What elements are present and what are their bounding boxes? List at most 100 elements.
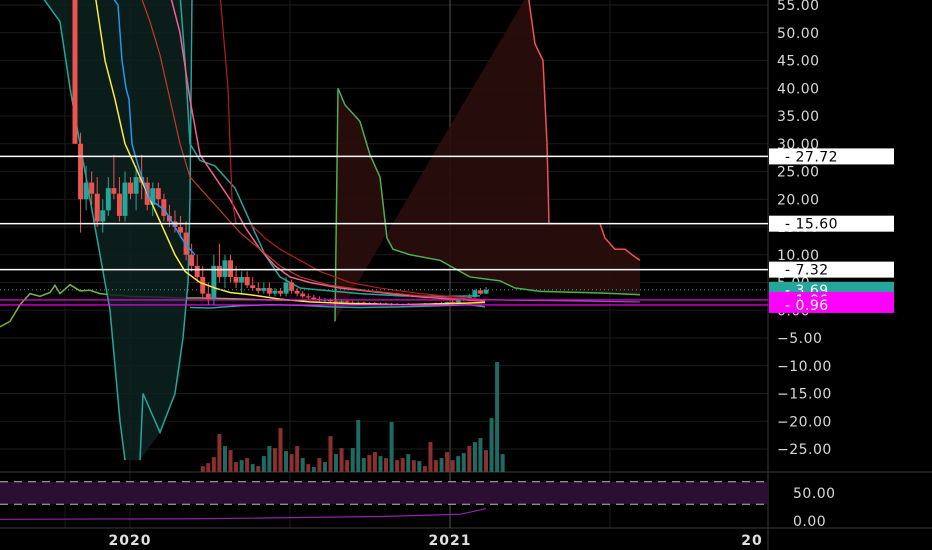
volume-bar [272, 448, 277, 473]
price-tick-label: 40.00 [777, 81, 820, 97]
candle-body [477, 290, 483, 294]
candle-body [105, 188, 111, 211]
volume-bar [217, 434, 222, 473]
volume-bar [400, 458, 405, 473]
volume-bar [378, 456, 383, 473]
volume-bar [472, 442, 477, 473]
volume-bar [389, 422, 394, 473]
volume-bar [334, 454, 339, 473]
volume-bar [367, 455, 372, 473]
volume-bar [234, 462, 239, 473]
price-badge-label: - 15.60 [785, 217, 838, 233]
candle-body [289, 282, 295, 291]
volume-bar [200, 466, 205, 473]
osc-tick-label: 0.00 [793, 514, 826, 530]
price-tick-label: −25.00 [777, 442, 832, 458]
volume-bar [239, 460, 244, 473]
candle-body [83, 182, 89, 200]
price-tick-label: −10.00 [777, 359, 832, 375]
volume-bar [489, 418, 494, 473]
candle-body [261, 288, 267, 291]
candle-body [194, 265, 200, 277]
candle-body [111, 188, 117, 194]
volume-bar [445, 452, 450, 473]
price-tick-label: −5.00 [777, 331, 822, 347]
time-tick-label: 20 [741, 533, 762, 549]
volume-bar [295, 446, 300, 473]
volume-bar [495, 362, 500, 473]
price-tick-label: 20.00 [777, 192, 820, 208]
candle-body [116, 193, 122, 216]
volume-bar [434, 460, 439, 473]
volume-bar [306, 464, 311, 473]
volume-bar [322, 462, 327, 473]
volume-bar [350, 448, 355, 473]
candle-body [133, 177, 139, 194]
candle-body [472, 290, 478, 297]
price-tick-label: 50.00 [777, 26, 820, 42]
volume-bar [317, 458, 322, 473]
price-tick-label: 45.00 [777, 54, 820, 70]
candle-body [222, 260, 228, 277]
candle-body [205, 293, 211, 300]
candle-body [89, 182, 95, 194]
volume-bar [395, 460, 400, 473]
candle-body [266, 288, 272, 294]
price-tick-label: −20.00 [777, 414, 832, 430]
candle-body [300, 293, 306, 297]
volume-bar [261, 456, 266, 473]
price-chart[interactable]: 55.0050.0045.0040.0035.0030.0025.0020.00… [0, 0, 932, 550]
volume-bar [278, 428, 283, 473]
volume-bar [461, 453, 466, 473]
candle-body [78, 143, 84, 200]
volume-bar [345, 460, 350, 473]
volume-bar [250, 464, 255, 473]
candle-body [483, 289, 489, 294]
band-fill [44, 0, 190, 461]
candle-body [211, 265, 217, 300]
volume-bar [417, 461, 422, 473]
oscillator-pane [0, 481, 768, 520]
volume-bar [211, 457, 216, 473]
candle-body [100, 210, 106, 222]
price-badge-label: - 27.72 [785, 149, 838, 165]
candle-body [239, 276, 245, 283]
time-tick-label: 2021 [429, 533, 472, 549]
candle-body [122, 182, 128, 216]
volume-bar [384, 458, 389, 473]
volume-bar [406, 454, 411, 473]
price-tick-label: 10.00 [777, 248, 820, 264]
candle-body [128, 182, 134, 194]
volume-bar [300, 458, 305, 473]
candle-body [272, 290, 278, 294]
candle-body [200, 276, 206, 294]
volume-bar [222, 446, 227, 473]
volume-bar [245, 458, 250, 473]
osc-tick-label: 50.00 [793, 486, 836, 502]
volume-bar [256, 466, 261, 473]
osc-line [0, 508, 487, 520]
candle-body [155, 188, 161, 200]
time-tick-label: 2020 [109, 533, 152, 549]
volume-bar [439, 458, 444, 473]
candle-body [294, 290, 300, 294]
volume-bar [328, 436, 333, 473]
volume-bar [456, 456, 461, 473]
candle-body [250, 285, 256, 289]
volume-bar [450, 460, 455, 473]
candle-body [94, 193, 100, 222]
volume-bar [206, 463, 211, 473]
volume-bar [289, 454, 294, 473]
candle-body [216, 265, 222, 277]
volume-bar [422, 466, 427, 473]
volume-bar [339, 448, 344, 473]
volume-bar [284, 451, 289, 473]
candle-body [72, 0, 78, 144]
price-tick-label: −15.00 [777, 387, 832, 403]
volume-bar [411, 460, 416, 473]
candle-body [244, 276, 250, 286]
time-axis[interactable]: 2020 2021 20 [109, 533, 763, 549]
volume-bar [267, 446, 272, 473]
ichimoku-cloud [335, 0, 640, 322]
volume-layer [200, 362, 505, 473]
